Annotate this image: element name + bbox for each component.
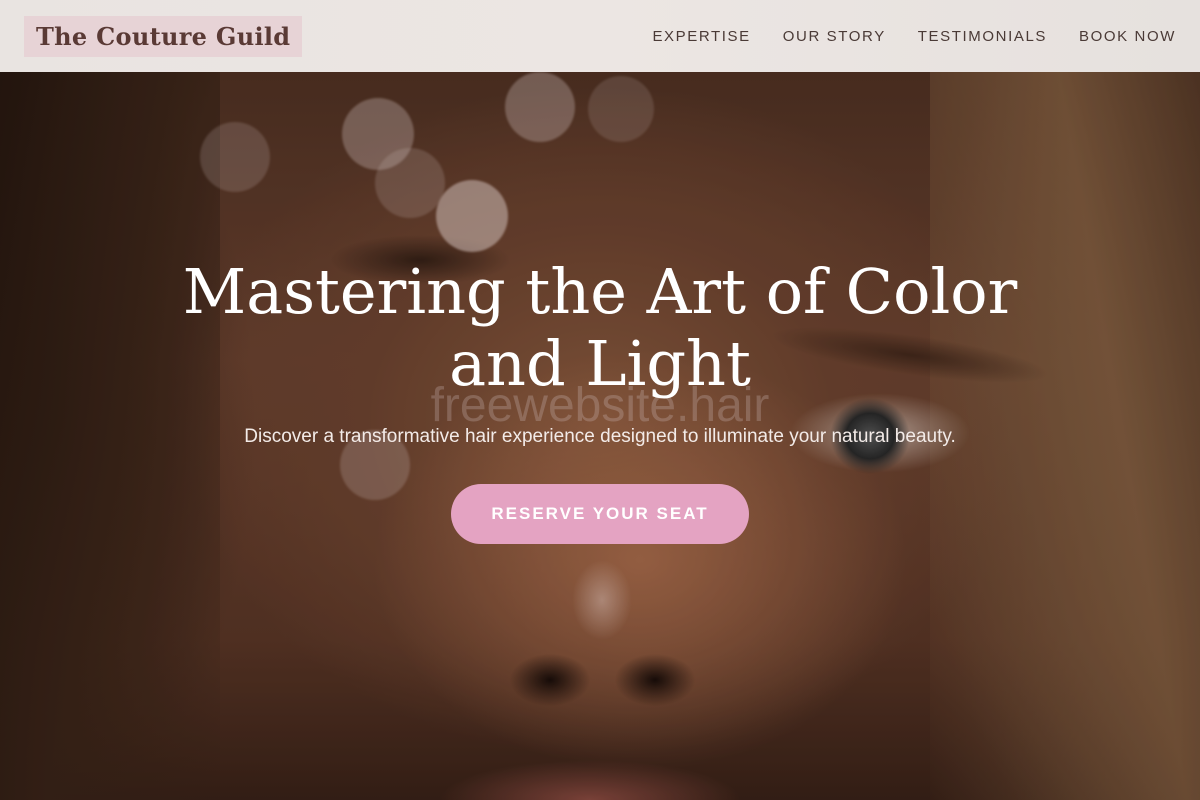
nav-link-book-now[interactable]: BOOK NOW — [1079, 28, 1176, 45]
hero-headline: Mastering the Art of Color and Light — [120, 256, 1080, 400]
site-logo[interactable]: The Couture Guild — [24, 15, 303, 57]
headline-line-2: and Light — [449, 327, 751, 400]
nav-link-our-story[interactable]: OUR STORY — [783, 28, 886, 45]
nav-link-testimonials[interactable]: TESTIMONIALS — [918, 28, 1047, 45]
top-navbar: The Couture Guild EXPERTISE OUR STORY TE… — [0, 0, 1200, 72]
nav-link-expertise[interactable]: EXPERTISE — [652, 28, 750, 45]
headline-line-1: Mastering the Art of Color — [182, 255, 1018, 328]
reserve-seat-button[interactable]: RESERVE YOUR SEAT — [451, 484, 749, 544]
hero-subtext: Discover a transformative hair experienc… — [244, 426, 956, 447]
nav-links: EXPERTISE OUR STORY TESTIMONIALS BOOK NO… — [652, 28, 1176, 45]
